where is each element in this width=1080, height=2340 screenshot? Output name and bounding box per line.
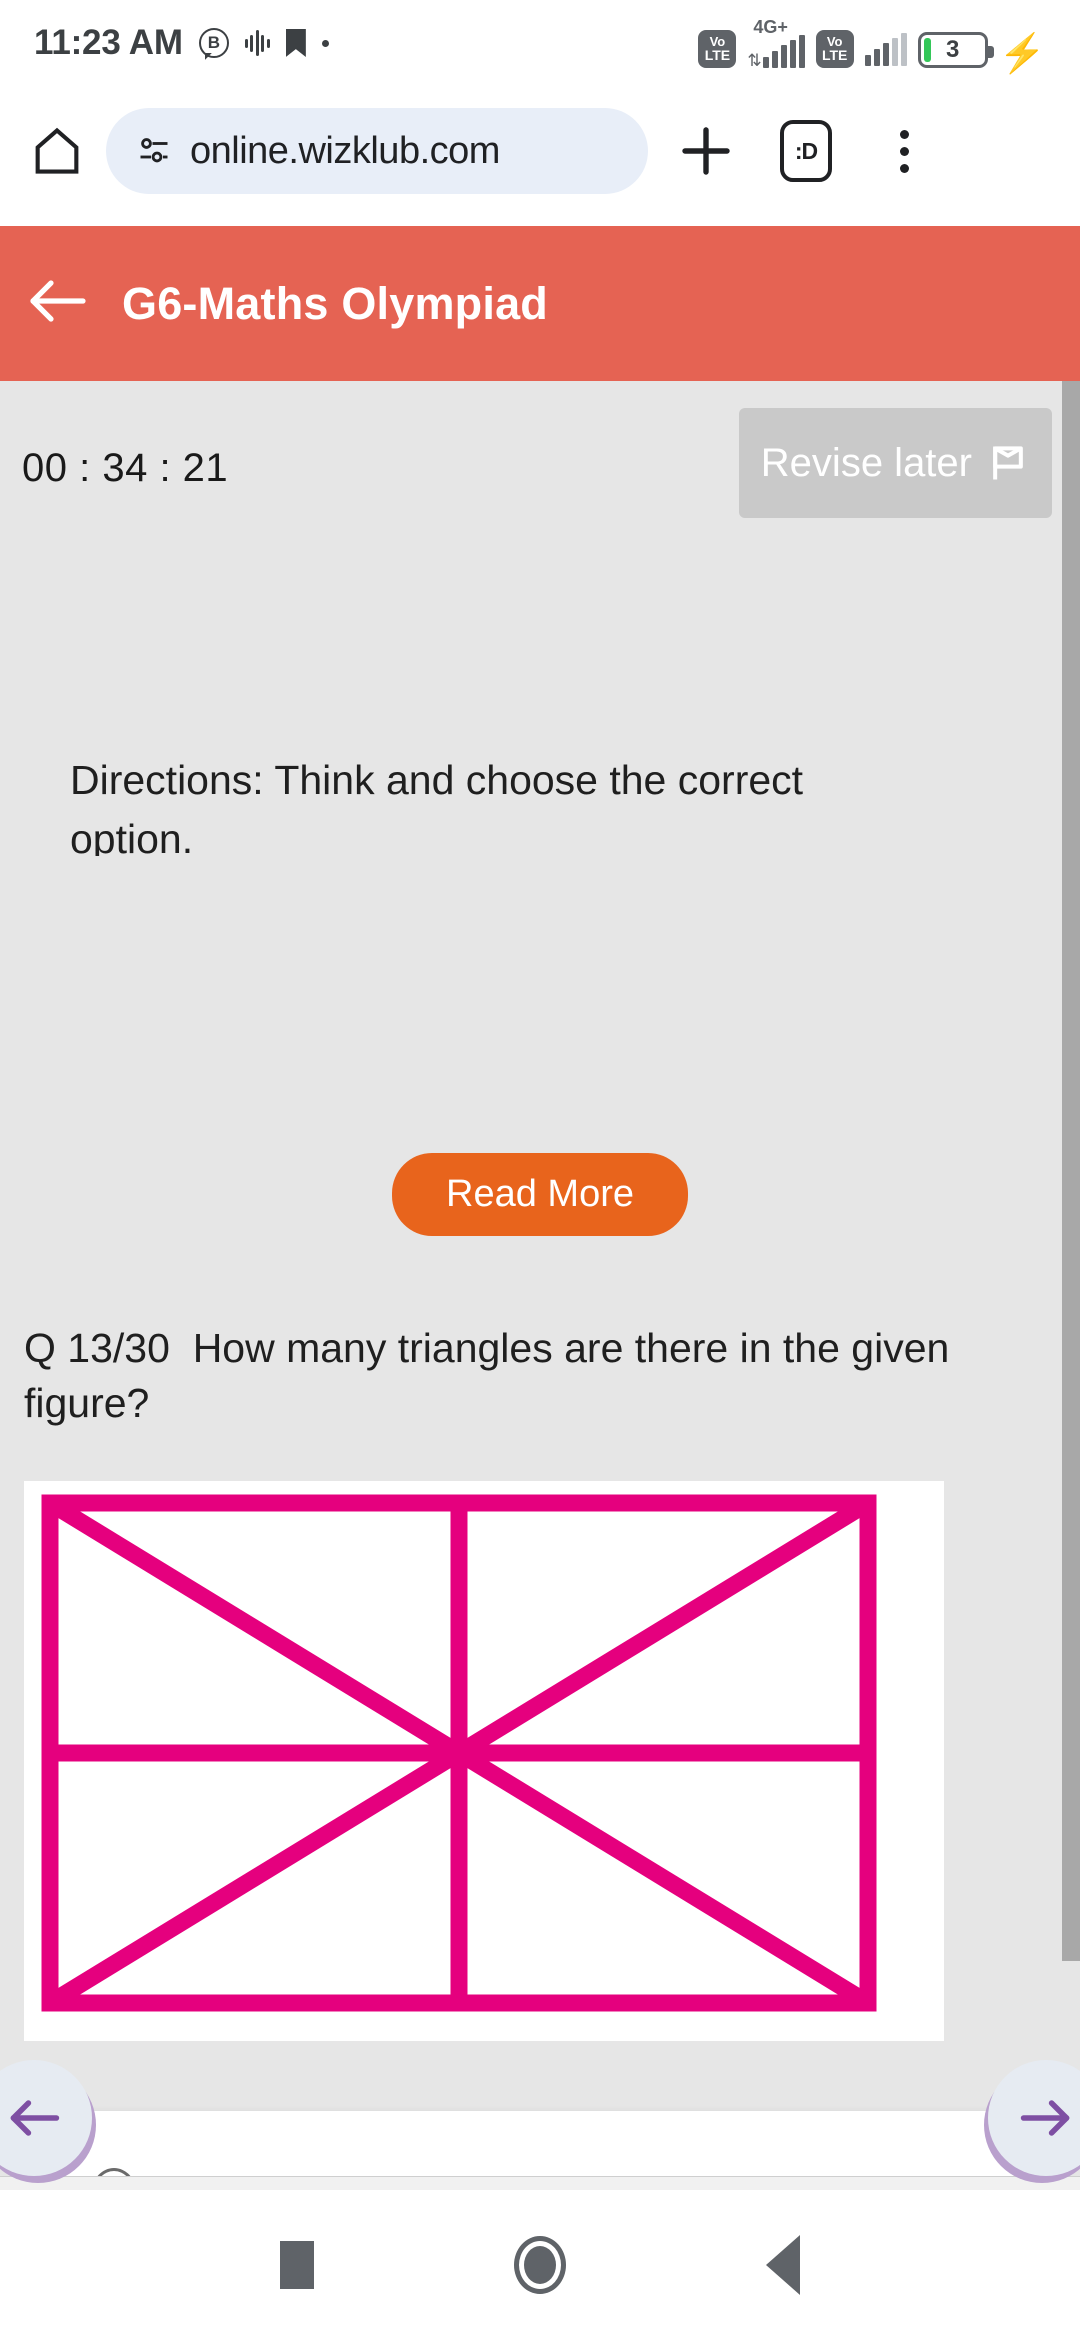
dot-icon — [321, 39, 329, 47]
quiz-timer: 00 : 34 : 21 — [22, 446, 229, 490]
bluetooth-icon: B — [198, 28, 229, 58]
recents-square-icon[interactable] — [280, 2241, 314, 2289]
new-tab-button[interactable] — [662, 115, 742, 187]
back-triangle-icon[interactable] — [766, 2235, 800, 2295]
app-header: G6-Maths Olympiad — [0, 226, 1080, 381]
page-scrollbar[interactable] — [1062, 381, 1080, 1961]
browser-toolbar: online.wizklub.com :D — [0, 86, 1080, 216]
status-bar: 11:23 AM B Vo LTE 4G+ ⇅ Vo LTE 3 ⚡ — [0, 0, 1080, 86]
page-title: G6-Maths Olympiad — [122, 277, 548, 329]
question-figure — [24, 1481, 944, 2041]
tab-switcher-button[interactable]: :D — [780, 120, 832, 182]
option-a[interactable]: a. 14 — [52, 2111, 1028, 2176]
arrow-right-icon — [1020, 2100, 1070, 2136]
timer-row: 00 : 34 : 21 Revise later — [0, 408, 1080, 523]
home-circle-icon[interactable] — [514, 2236, 566, 2294]
option-a-label: a. 14 — [158, 2169, 249, 2177]
url-text: online.wizklub.com — [190, 129, 500, 172]
option-a-key: a. — [158, 2169, 192, 2177]
option-a-value: 14 — [204, 2169, 250, 2177]
back-arrow-icon[interactable] — [26, 279, 88, 328]
revise-later-button[interactable]: Revise later — [738, 408, 1052, 518]
status-bar-right: Vo LTE 4G+ ⇅ Vo LTE 3 ⚡ — [698, 17, 1046, 76]
arrow-left-icon — [10, 2100, 60, 2136]
url-bar[interactable]: online.wizklub.com — [106, 108, 648, 194]
flag-icon — [993, 446, 1023, 480]
read-more-button[interactable]: Read More — [392, 1153, 688, 1236]
home-icon[interactable] — [28, 122, 86, 180]
option-a-radio[interactable] — [92, 2168, 136, 2176]
data-transfer-icon: ⇅ — [747, 51, 761, 71]
android-nav-bar — [0, 2190, 1080, 2340]
content-bottom-edge — [0, 2176, 1080, 2190]
volte-bottom: LTE — [704, 46, 731, 63]
battery-percent-label: 3 — [945, 36, 960, 63]
rectangle-with-diagonals-and-midlines-icon — [24, 1481, 944, 2041]
battery-icon: 3 — [917, 32, 994, 68]
network-type-label: 4G+ — [753, 17, 788, 37]
charging-bolt-icon: ⚡ — [998, 33, 1046, 76]
options-list: a. 14 b. 8 — [0, 2111, 1080, 2176]
directions-text: Directions: Think and choose the correct… — [70, 757, 804, 856]
bookmark-icon — [285, 29, 306, 57]
signal-sim1-icon: 4G+ ⇅ — [747, 17, 805, 71]
directions-block: Directions: Think and choose the correct… — [0, 751, 1080, 856]
quiz-content: 00 : 34 : 21 Revise later Directions: Th… — [0, 381, 1080, 2176]
site-settings-icon[interactable] — [136, 133, 172, 169]
phone-screen: 11:23 AM B Vo LTE 4G+ ⇅ Vo LTE 3 ⚡ onlin… — [0, 0, 1080, 2340]
volte-sim1-icon: Vo LTE — [698, 30, 737, 68]
volte2-bottom: LTE — [821, 46, 848, 63]
volte-sim2-icon: Vo LTE — [815, 30, 854, 68]
browser-menu-button[interactable] — [876, 129, 932, 173]
status-bar-clock: 11:23 AM — [34, 23, 183, 62]
signal-sim2-icon — [864, 33, 907, 66]
question-block: Q 13/30 How many triangles are there in … — [0, 1321, 1080, 1432]
sound-wave-icon — [244, 30, 270, 56]
revise-later-label: Revise later — [760, 440, 972, 485]
question-number: Q 13/30 — [24, 1325, 170, 1371]
status-bar-left: 11:23 AM B — [34, 23, 329, 63]
